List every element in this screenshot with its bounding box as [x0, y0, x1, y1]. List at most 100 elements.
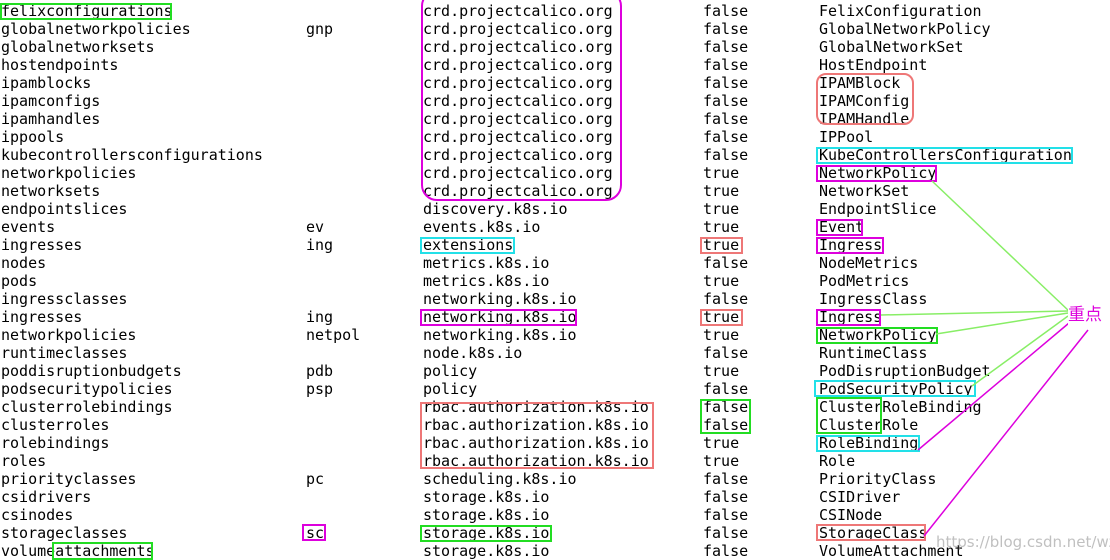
resource-row: globalnetworkpolicies gnp crd.projectcalic… [0, 20, 1110, 38]
resource-shortname: pc [306, 470, 325, 488]
resource-name: events [1, 218, 56, 236]
resource-apigroup: networking.k8s.io [423, 290, 577, 308]
resource-shortname: ing [306, 308, 334, 326]
resource-kind: Ingress [819, 308, 883, 326]
resource-row: clusterrolebindings rbac.authorization.k8… [0, 398, 1110, 416]
resource-kind: FelixConfiguration [819, 2, 982, 20]
resource-name: volumeattachments [1, 542, 155, 560]
resource-kind: NetworkPolicy [819, 326, 937, 344]
resource-namespaced: true [703, 308, 740, 326]
resource-kind: NetworkSet [819, 182, 910, 200]
resource-kind: IPAMConfig [819, 92, 910, 110]
resource-row: ipamblocks crd.projectcalico.org false IPAM… [0, 74, 1110, 92]
resource-kind: KubeControllersConfiguration [819, 146, 1072, 164]
resource-namespaced: false [703, 146, 749, 164]
resource-row: rolebindings rbac.authorization.k8s.io tru… [0, 434, 1110, 452]
resource-name: csidrivers [1, 488, 92, 506]
resource-namespaced: true [703, 434, 740, 452]
resource-kind: CSIDriver [819, 488, 901, 506]
resource-name: ipamconfigs [1, 92, 101, 110]
resource-name: ipamhandles [1, 110, 101, 128]
resource-namespaced: false [703, 38, 749, 56]
resource-kind: RuntimeClass [819, 344, 928, 362]
resource-name: hostendpoints [1, 56, 119, 74]
resource-kind: ClusterRole [819, 416, 919, 434]
resource-row: csidrivers storage.k8s.io false CSIDriver [0, 488, 1110, 506]
resource-row: ipamhandles crd.projectcalico.org false IPA… [0, 110, 1110, 128]
resource-namespaced: false [703, 470, 749, 488]
resource-name: ippools [1, 128, 65, 146]
resource-apigroup: storage.k8s.io [423, 524, 550, 542]
resource-kind: GlobalNetworkSet [819, 38, 964, 56]
resource-apigroup: metrics.k8s.io [423, 254, 550, 272]
resource-apigroup: crd.projectcalico.org [423, 182, 613, 200]
resource-kind: IPAMBlock [819, 74, 901, 92]
resource-namespaced: false [703, 254, 749, 272]
resource-name: csinodes [1, 506, 74, 524]
resource-kind: NetworkPolicy [819, 164, 937, 182]
watermark-text: https://blog.csdn.net/wzj_110 [936, 533, 1110, 551]
resource-namespaced: true [703, 200, 740, 218]
resource-apigroup: scheduling.k8s.io [423, 470, 577, 488]
resource-kind: PriorityClass [819, 470, 937, 488]
resource-apigroup: node.k8s.io [423, 344, 523, 362]
resource-namespaced: true [703, 182, 740, 200]
resource-apigroup: crd.projectcalico.org [423, 20, 613, 38]
resource-shortname: pdb [306, 362, 334, 380]
resource-kind: Ingress [819, 236, 883, 254]
resource-apigroup: networking.k8s.io [423, 326, 577, 344]
resource-apigroup: crd.projectcalico.org [423, 110, 613, 128]
resource-name: clusterroles [1, 416, 110, 434]
resource-kind: PodMetrics [819, 272, 910, 290]
resource-apigroup: rbac.authorization.k8s.io [423, 416, 649, 434]
resource-apigroup: crd.projectcalico.org [423, 92, 613, 110]
resource-row: ippools crd.projectcalico.org false IPPool [0, 128, 1110, 146]
resource-name: globalnetworkpolicies [1, 20, 191, 38]
terminal-output: felixconfigurations crd.projectcalico.org… [0, 0, 1110, 560]
resource-row: networksets crd.projectcalico.org true Netw… [0, 182, 1110, 200]
resource-namespaced: true [703, 236, 740, 254]
resource-apigroup: metrics.k8s.io [423, 272, 550, 290]
resource-name: priorityclasses [1, 470, 137, 488]
resource-name: runtimeclasses [1, 344, 128, 362]
resource-kind: HostEndpoint [819, 56, 928, 74]
resource-kind: EndpointSlice [819, 200, 937, 218]
resource-name: poddisruptionbudgets [1, 362, 182, 380]
resource-row: runtimeclasses node.k8s.io false RuntimeCla… [0, 344, 1110, 362]
resource-apigroup: rbac.authorization.k8s.io [423, 398, 649, 416]
resource-namespaced: false [703, 2, 749, 20]
resource-kind: PodDisruptionBudget [819, 362, 991, 380]
resource-namespaced: false [703, 542, 749, 560]
resource-name: ingresses [1, 308, 83, 326]
resource-name: pods [1, 272, 38, 290]
resource-apigroup: extensions [423, 236, 514, 254]
resource-apigroup: policy [423, 362, 478, 380]
resource-kind: IPPool [819, 128, 874, 146]
resource-namespaced: false [703, 290, 749, 308]
resource-row: events ev events.k8s.io true Event [0, 218, 1110, 236]
resource-row: ingresses ing networking.k8s.io true Ingress [0, 308, 1110, 326]
resource-apigroup: crd.projectcalico.org [423, 2, 613, 20]
resource-row: ingressclasses networking.k8s.io false Ingr… [0, 290, 1110, 308]
resource-row: networkpolicies crd.projectcalico.org true… [0, 164, 1110, 182]
resource-namespaced: false [703, 398, 749, 416]
resource-name: storageclasses [1, 524, 128, 542]
resource-kind: IngressClass [819, 290, 928, 308]
resource-apigroup: crd.projectcalico.org [423, 164, 613, 182]
resource-apigroup: networking.k8s.io [423, 308, 577, 326]
resource-name: endpointslices [1, 200, 128, 218]
resource-kind: Event [819, 218, 865, 236]
resource-row: felixconfigurations crd.projectcalico.org… [0, 2, 1110, 20]
resource-apigroup: crd.projectcalico.org [423, 74, 613, 92]
resource-row: pods metrics.k8s.io true PodMetrics [0, 272, 1110, 290]
resource-apigroup: events.k8s.io [423, 218, 541, 236]
resource-apigroup: rbac.authorization.k8s.io [423, 434, 649, 452]
resource-name: ingresses [1, 236, 83, 254]
resource-name: networkpolicies [1, 326, 137, 344]
resource-namespaced: false [703, 92, 749, 110]
resource-row: priorityclasses pc scheduling.k8s.io false P… [0, 470, 1110, 488]
resource-kind: CSINode [819, 506, 883, 524]
resource-apigroup: discovery.k8s.io [423, 200, 568, 218]
resource-shortname: ing [306, 236, 334, 254]
resource-namespaced: false [703, 488, 749, 506]
